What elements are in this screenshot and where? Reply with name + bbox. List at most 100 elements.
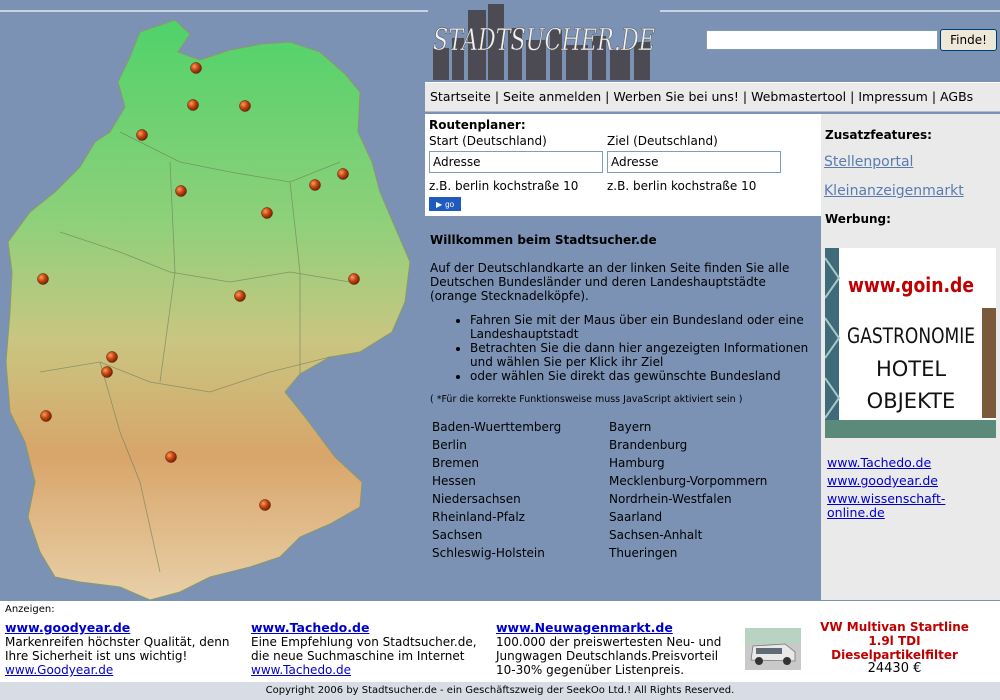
capital-pin-icon[interactable] bbox=[190, 62, 202, 74]
state-link[interactable]: Thueringen bbox=[609, 546, 789, 564]
instructions-list: Fahren Sie mit der Maus über ein Bundesl… bbox=[470, 313, 810, 383]
ad-line: HOTEL bbox=[876, 357, 946, 381]
ad-title-link[interactable]: www.Neuwagenmarkt.de bbox=[496, 620, 673, 635]
state-link[interactable]: Nordrhein-Westfalen bbox=[609, 492, 789, 510]
start-example: z.B. berlin kochstraße 10 bbox=[429, 179, 579, 193]
state-link[interactable]: Brandenburg bbox=[609, 438, 789, 456]
car-ad-line: VW Multivan Startline bbox=[820, 620, 969, 634]
list-item: Fahren Sie mit der Maus über ein Bundesl… bbox=[470, 313, 810, 341]
state-link[interactable]: Niedersachsen bbox=[432, 492, 612, 510]
capital-pin-icon[interactable] bbox=[165, 451, 177, 463]
vw-multivan-ad[interactable]: VW Multivan Startline 1.9l TDI Dieselpar… bbox=[745, 619, 980, 679]
capital-pin-icon[interactable] bbox=[101, 366, 113, 378]
state-link[interactable]: Rheinland-Pfalz bbox=[432, 510, 612, 528]
list-item: oder wählen Sie direkt das gewünschte Bu… bbox=[470, 369, 810, 383]
nav-link[interactable]: Startseite bbox=[430, 89, 491, 104]
search-input[interactable] bbox=[706, 30, 938, 50]
route-ziel-column: Ziel (Deutschland) z.B. berlin kochstraß… bbox=[607, 134, 783, 193]
capital-pin-icon[interactable] bbox=[309, 179, 321, 191]
tachedo-link[interactable]: www.Tachedo.de bbox=[827, 456, 995, 470]
state-link[interactable]: Schleswig-Holstein bbox=[432, 546, 612, 564]
go-label: go bbox=[445, 199, 455, 209]
nav-link[interactable]: Werben Sie bei uns! bbox=[613, 89, 739, 104]
nav-separator: | bbox=[742, 89, 748, 104]
welcome-intro: Auf der Deutschlandkarte an der linken S… bbox=[430, 261, 790, 303]
ad-url: www.goin.de bbox=[848, 273, 974, 297]
ad-line: OBJEKTE bbox=[867, 389, 956, 413]
state-link[interactable]: Mecklenburg-Vorpommern bbox=[609, 474, 789, 492]
capital-pin-icon[interactable] bbox=[348, 273, 360, 285]
goodyear-link[interactable]: www.goodyear.de bbox=[827, 474, 995, 488]
capital-pin-icon[interactable] bbox=[259, 499, 271, 511]
nav-link[interactable]: Webmastertool bbox=[751, 89, 846, 104]
right-sidebar: Zusatzfeatures: Stellenportal Kleinanzei… bbox=[821, 114, 1000, 600]
capital-pin-icon[interactable] bbox=[175, 185, 187, 197]
wissenschaft-online-link[interactable]: www.wissenschaft-online.de bbox=[827, 492, 995, 520]
state-link[interactable]: Hamburg bbox=[609, 456, 789, 474]
ad-url-link[interactable]: www.Tachedo.de bbox=[251, 663, 351, 677]
capital-pin-icon[interactable] bbox=[337, 168, 349, 180]
nav-separator: | bbox=[850, 89, 855, 104]
stellenportal-link[interactable]: Stellenportal bbox=[824, 154, 913, 170]
welcome-title: Willkommen beim Stadtsucher.de bbox=[430, 233, 657, 247]
car-ad-price: 24430 € bbox=[867, 661, 922, 676]
capital-pin-icon[interactable] bbox=[106, 351, 118, 363]
state-link[interactable]: Hessen bbox=[432, 474, 612, 492]
find-button[interactable]: Finde! bbox=[940, 29, 997, 51]
capital-pin-icon[interactable] bbox=[136, 129, 148, 141]
route-planner: Routenplaner: Start (Deutschland) z.B. b… bbox=[425, 114, 821, 216]
ad-line: GASTRONOMIE bbox=[847, 324, 975, 348]
ad-text: 100.000 der preiswertesten Neu- und Jung… bbox=[496, 635, 722, 677]
capital-pin-icon[interactable] bbox=[40, 410, 52, 422]
list-item: Betrachten Sie die dann hier angezeigten… bbox=[470, 341, 810, 369]
features-title: Zusatzfeatures: bbox=[825, 128, 932, 142]
capital-pin-icon[interactable] bbox=[234, 290, 246, 302]
car-image bbox=[745, 628, 801, 670]
ad-text: Eine Empfehlung von Stadtsucher.de, die … bbox=[251, 635, 477, 663]
capital-pin-icon[interactable] bbox=[261, 207, 273, 219]
play-arrow-icon: ▶ bbox=[435, 199, 443, 209]
car-ad-line: 1.9l TDI bbox=[868, 634, 921, 648]
werbung-title: Werbung: bbox=[825, 212, 891, 226]
nav-link[interactable]: Seite anmelden bbox=[503, 89, 601, 104]
state-link[interactable]: Baden-Wuerttemberg bbox=[432, 420, 612, 438]
ad-url-link[interactable]: www.Goodyear.de bbox=[5, 663, 113, 677]
state-link[interactable]: Saarland bbox=[609, 510, 789, 528]
germany-shape[interactable] bbox=[5, 19, 411, 600]
goin-ad-banner[interactable]: www.goin.de GASTRONOMIE HOTEL OBJEKTE bbox=[825, 248, 996, 438]
nav-link[interactable]: AGBs bbox=[940, 89, 973, 104]
site-logo[interactable]: STADTSUCHER.DE bbox=[428, 0, 660, 80]
state-link[interactable]: Sachsen bbox=[432, 528, 612, 546]
state-link[interactable]: Bremen bbox=[432, 456, 612, 474]
ad-graphic: www.goin.de GASTRONOMIE HOTEL OBJEKTE bbox=[825, 248, 996, 438]
route-planner-title: Routenplaner: bbox=[429, 118, 526, 132]
state-link[interactable]: Berlin bbox=[432, 438, 612, 456]
state-link[interactable]: Bayern bbox=[609, 420, 789, 438]
tachedo-ad: www.Tachedo.de Eine Empfehlung von Stadt… bbox=[251, 620, 491, 678]
germany-map[interactable] bbox=[0, 12, 425, 600]
nav-link[interactable]: Impressum bbox=[858, 89, 927, 104]
ziel-label: Ziel (Deutschland) bbox=[607, 134, 718, 148]
capital-pin-icon[interactable] bbox=[187, 99, 199, 111]
nav-separator: | bbox=[494, 89, 500, 104]
sidebar-links: www.Tachedo.de www.goodyear.de www.wisse… bbox=[827, 456, 995, 524]
ziel-address-input[interactable] bbox=[607, 151, 781, 173]
logo-text: STADTSUCHER.DE bbox=[433, 23, 655, 58]
ad-text: Markenreifen höchster Qualität, denn Ihr… bbox=[5, 635, 230, 663]
state-link[interactable]: Sachsen-Anhalt bbox=[609, 528, 789, 546]
copyright-footer: Copyright 2006 by Stadtsucher.de - ein G… bbox=[0, 682, 1000, 700]
car-ad-line: Dieselpartikelfilter bbox=[831, 648, 958, 662]
nav-separator: | bbox=[605, 89, 610, 104]
car-ad-text: VW Multivan Startline 1.9l TDI Dieselpar… bbox=[807, 620, 982, 676]
capital-pin-icon[interactable] bbox=[37, 273, 49, 285]
top-navigation: Startseite | Seite anmelden | Werben Sie bei… bbox=[425, 82, 1000, 112]
ads-label: Anzeigen: bbox=[5, 604, 55, 615]
start-address-input[interactable] bbox=[429, 151, 603, 173]
ad-title-link[interactable]: www.goodyear.de bbox=[5, 620, 130, 635]
go-button[interactable]: ▶ go bbox=[429, 197, 461, 211]
ad-title-link[interactable]: www.Tachedo.de bbox=[251, 620, 369, 635]
capital-pin-icon[interactable] bbox=[239, 100, 251, 112]
kleinanzeigenmarkt-link[interactable]: Kleinanzeigenmarkt bbox=[824, 183, 964, 199]
neuwagenmarkt-ad: www.Neuwagenmarkt.de 100.000 der preiswe… bbox=[496, 620, 741, 678]
bottom-ads: Anzeigen: www.goodyear.de Markenreifen h… bbox=[0, 600, 1000, 682]
